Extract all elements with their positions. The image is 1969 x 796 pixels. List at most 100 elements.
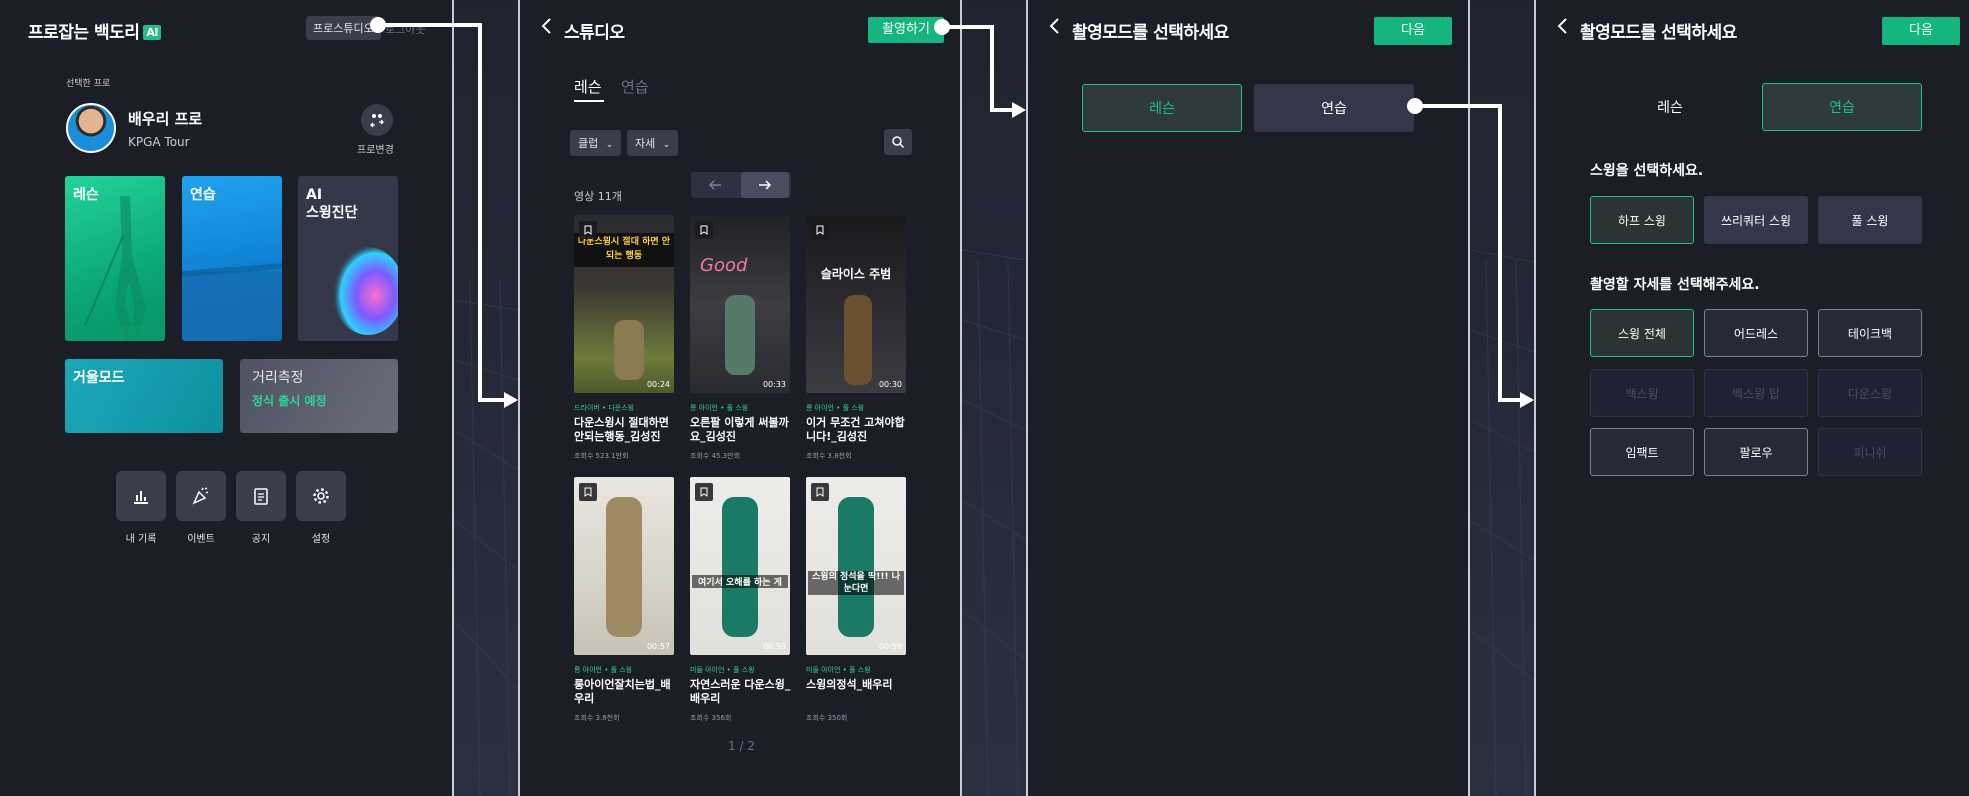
app-brand: 프로잡는 백도리 AI bbox=[28, 18, 162, 43]
video-thumbnail[interactable]: Good 00:33 bbox=[690, 215, 790, 393]
search-button[interactable] bbox=[884, 129, 912, 155]
video-title[interactable]: 스윙의정석_배우리 bbox=[806, 678, 908, 692]
full-swing-option[interactable]: 풀 스윙 bbox=[1818, 196, 1922, 244]
pose-full-swing-option[interactable]: 스윙 전체 bbox=[1590, 309, 1694, 357]
pose-backswing-option: 백스윙 bbox=[1590, 369, 1694, 417]
video-thumbnail[interactable]: 여기서 오해를 하는 게 00:59 bbox=[690, 477, 790, 655]
settings-button[interactable] bbox=[296, 471, 346, 521]
bookmark-button[interactable] bbox=[579, 483, 597, 501]
notice-button[interactable] bbox=[236, 471, 286, 521]
bookmark-icon bbox=[700, 487, 708, 497]
pro-name: 배우리 프로 bbox=[128, 110, 203, 128]
thumb-caption: 다운스윙시 절대 하면 안되는 행동 bbox=[577, 237, 671, 261]
pose-takeback-option[interactable]: 테이크백 bbox=[1818, 309, 1922, 357]
bookmark-button[interactable] bbox=[579, 221, 597, 239]
back-button[interactable] bbox=[1048, 16, 1062, 41]
lesson-tile-label: 레슨 bbox=[73, 187, 99, 203]
pro-studio-button[interactable]: 프로스튜디오 bbox=[306, 16, 381, 40]
avatar bbox=[66, 103, 116, 153]
video-title[interactable]: 오른팔 이렇게 써볼까요_김성진 bbox=[690, 416, 792, 444]
distance-sub-label: 정식 출시 예정 bbox=[252, 394, 327, 408]
mode-practice-button[interactable]: 연습 bbox=[1254, 84, 1414, 132]
pose-address-option[interactable]: 어드레스 bbox=[1704, 309, 1808, 357]
mode-practice-button[interactable]: 연습 bbox=[1762, 83, 1922, 131]
bar-chart-icon bbox=[134, 491, 148, 504]
video-title[interactable]: 이거 무조건 고쳐야합니다!_김성진 bbox=[806, 416, 908, 444]
pose-follow-option[interactable]: 팔로우 bbox=[1704, 428, 1808, 476]
mode-lesson-button[interactable]: 레슨 bbox=[1590, 83, 1750, 131]
selected-pro-label: 선택한 프로 bbox=[66, 79, 111, 89]
mirror-mode-tile[interactable]: 거울모드 bbox=[65, 359, 223, 433]
next-button[interactable]: 다음 bbox=[1882, 17, 1960, 45]
pose-finish-option: 피니쉬 bbox=[1818, 428, 1922, 476]
bookmark-button[interactable] bbox=[811, 483, 829, 501]
ai-swing-tile[interactable]: AI 스윙진단 bbox=[298, 176, 398, 341]
lesson-tile[interactable]: 레슨 bbox=[65, 176, 165, 341]
page-indicator: 1 / 2 bbox=[728, 739, 755, 753]
page-title: 촬영모드를 선택하세요 bbox=[1072, 23, 1229, 43]
video-tag: 미들 아이언 • 풀 스윙 bbox=[690, 666, 755, 674]
video-views: 조회수 3.8천회 bbox=[806, 452, 852, 460]
club-filter-label: 클럽 bbox=[578, 137, 599, 150]
pose-impact-option[interactable]: 임팩트 bbox=[1590, 428, 1694, 476]
logout-link[interactable]: 로그아웃 bbox=[385, 21, 425, 37]
video-duration: 00:59 bbox=[878, 642, 902, 651]
distance-tile[interactable]: 거리측정 정식 출시 예정 bbox=[240, 359, 398, 433]
video-duration: 00:30 bbox=[878, 380, 902, 389]
video-tag: 롱 아이언 • 풀 스윙 bbox=[690, 404, 749, 412]
video-views: 조회수 3.8천회 bbox=[574, 714, 620, 722]
tab-underline bbox=[574, 100, 604, 102]
club-filter[interactable]: 클럽 ⌄ bbox=[570, 130, 622, 156]
tab-practice[interactable]: 연습 bbox=[621, 76, 649, 97]
tab-lesson[interactable]: 레슨 bbox=[574, 76, 602, 97]
golfer-figure bbox=[838, 497, 874, 637]
video-thumbnail[interactable]: 스윙의 정석을 딱!!! 나눈다면 00:59 bbox=[806, 477, 906, 655]
pro-tour: KPGA Tour bbox=[128, 135, 190, 149]
video-thumbnail[interactable]: 다운스윙시 절대 하면 안되는 행동 00:24 bbox=[574, 215, 674, 393]
video-duration: 00:59 bbox=[762, 642, 786, 651]
three-quarter-swing-option[interactable]: 쓰리쿼터 스윙 bbox=[1704, 196, 1808, 244]
video-tag: 미들 아이언 • 풀 스윙 bbox=[806, 666, 871, 674]
studio-screen: 스튜디오 촬영하기 레슨 연습 클럽 ⌄ 자세 ⌄ 영상 11개 다운스윙시 절… bbox=[518, 0, 962, 796]
video-title[interactable]: 자연스러운 다운스윙_배우리 bbox=[690, 678, 792, 706]
clipboard-icon bbox=[254, 488, 268, 505]
mode-select-screen: 촬영모드를 선택하세요 다음 레슨 연습 bbox=[1026, 0, 1470, 796]
events-button[interactable] bbox=[176, 471, 226, 521]
bookmark-icon bbox=[816, 487, 824, 497]
pro-change-button[interactable] bbox=[361, 104, 393, 136]
thumb-caption: 슬라이스 주범 bbox=[820, 267, 892, 281]
record-button[interactable]: 촬영하기 bbox=[868, 17, 944, 43]
video-tag: 드라이버 • 다운스윙 bbox=[574, 404, 635, 412]
pager bbox=[691, 172, 791, 198]
bookmark-button[interactable] bbox=[695, 221, 713, 239]
next-button[interactable]: 다음 bbox=[1374, 17, 1452, 45]
chevron-left-icon bbox=[1049, 18, 1059, 34]
back-button[interactable] bbox=[540, 16, 554, 41]
video-views: 조회수 350회 bbox=[806, 714, 848, 722]
pose-filter-label: 자세 bbox=[635, 137, 656, 150]
video-thumbnail[interactable]: 슬라이스 주범 00:30 bbox=[806, 215, 906, 393]
half-swing-option[interactable]: 하프 스윙 bbox=[1590, 196, 1694, 244]
video-duration: 00:33 bbox=[762, 380, 786, 389]
golfer-figure bbox=[722, 497, 758, 637]
bookmark-icon bbox=[584, 487, 592, 497]
pose-filter[interactable]: 자세 ⌄ bbox=[627, 130, 679, 156]
next-page-button[interactable] bbox=[741, 172, 789, 198]
bookmark-button[interactable] bbox=[811, 221, 829, 239]
video-title[interactable]: 롱아이언잘치는법_배우리 bbox=[574, 678, 676, 706]
golfer-figure bbox=[844, 295, 872, 385]
mode-lesson-button[interactable]: 레슨 bbox=[1082, 84, 1242, 132]
bookmark-button[interactable] bbox=[695, 483, 713, 501]
events-label: 이벤트 bbox=[187, 534, 215, 545]
practice-tile[interactable]: 연습 bbox=[182, 176, 282, 341]
prev-page-button[interactable] bbox=[691, 172, 739, 198]
chevron-left-icon bbox=[1557, 18, 1567, 34]
video-thumbnail[interactable]: 00:57 bbox=[574, 477, 674, 655]
video-tag: 롱 아이언 • 풀 스윙 bbox=[574, 666, 633, 674]
back-button[interactable] bbox=[1556, 16, 1570, 41]
my-records-button[interactable] bbox=[116, 471, 166, 521]
pro-change-label: 프로변경 bbox=[357, 145, 394, 156]
pose-section-title: 촬영할 자세를 선택해주세요. bbox=[1590, 277, 1760, 293]
video-title[interactable]: 다운스윙시 절대하면 안되는행동_김성진 bbox=[574, 416, 676, 444]
video-views: 조회수 523.1만회 bbox=[574, 452, 629, 460]
